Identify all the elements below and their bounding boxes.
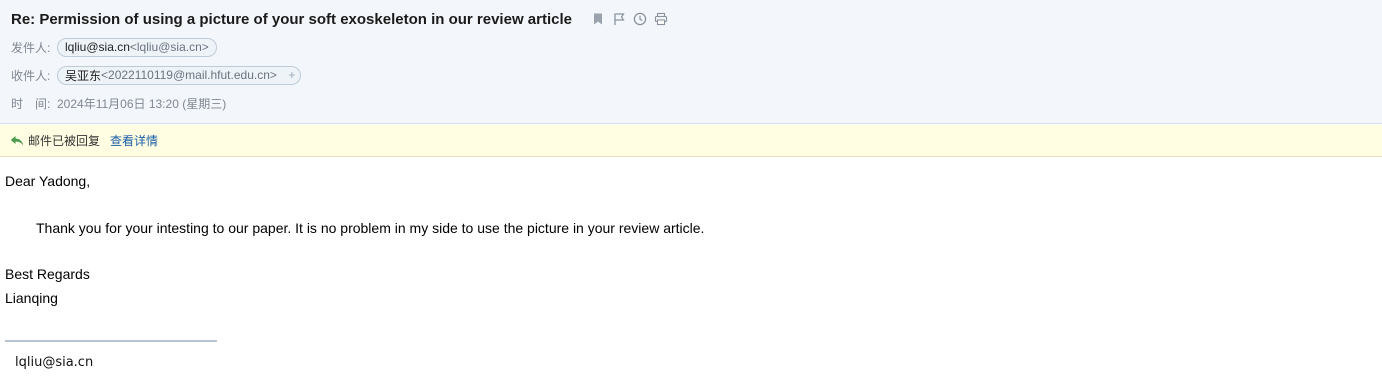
signature-divider [5, 340, 217, 342]
subject-toolbar [591, 12, 675, 26]
sender-email: <lqliu@sia.cn> [129, 40, 209, 54]
reply-notice-bar: 邮件已被回复 查看详情 [0, 125, 1382, 157]
subject-row: Re: Permission of using a picture of you… [11, 8, 675, 30]
closing: Best Regards [5, 266, 90, 282]
signature-email: lqliu@sia.cn [15, 355, 94, 370]
email-subject: Re: Permission of using a picture of you… [11, 10, 572, 28]
reply-icon [10, 135, 24, 147]
sender-label: 发件人: [11, 40, 51, 55]
view-details-link[interactable]: 查看详情 [110, 132, 158, 149]
recipient-name: 吴亚东 [65, 68, 102, 83]
clock-icon[interactable] [633, 12, 647, 26]
recipient-address[interactable]: 吴亚东 <2022110119@mail.hfut.edu.cn> [57, 65, 285, 85]
email-header: Re: Permission of using a picture of you… [0, 0, 1382, 124]
add-contact-button[interactable]: + [283, 65, 301, 85]
sender-row: 发件人: lqliu@sia.cn <lqliu@sia.cn> [11, 36, 217, 58]
print-icon[interactable] [654, 12, 668, 26]
sender-name: lqliu@sia.cn [65, 40, 130, 54]
time-row: 时 间: 2024年11月06日 13:20 (星期三) [11, 92, 226, 114]
greeting: Dear Yadong, [5, 173, 91, 189]
body-paragraph: Thank you for your intesting to our pape… [36, 220, 705, 236]
reply-notice-text: 邮件已被回复 [28, 134, 101, 148]
recipient-label: 收件人: [11, 68, 51, 83]
recipient-row: 收件人: 吴亚东 <2022110119@mail.hfut.edu.cn> + [11, 64, 301, 86]
time-label: 时 间: [11, 96, 51, 111]
sender-signature-name: Lianqing [5, 290, 58, 306]
bookmark-icon[interactable] [591, 12, 605, 26]
recipient-email: <2022110119@mail.hfut.edu.cn> [101, 68, 277, 82]
time-value: 2024年11月06日 13:20 (星期三) [57, 96, 227, 111]
flag-icon[interactable] [612, 12, 626, 26]
sender-address[interactable]: lqliu@sia.cn <lqliu@sia.cn> [57, 37, 217, 57]
